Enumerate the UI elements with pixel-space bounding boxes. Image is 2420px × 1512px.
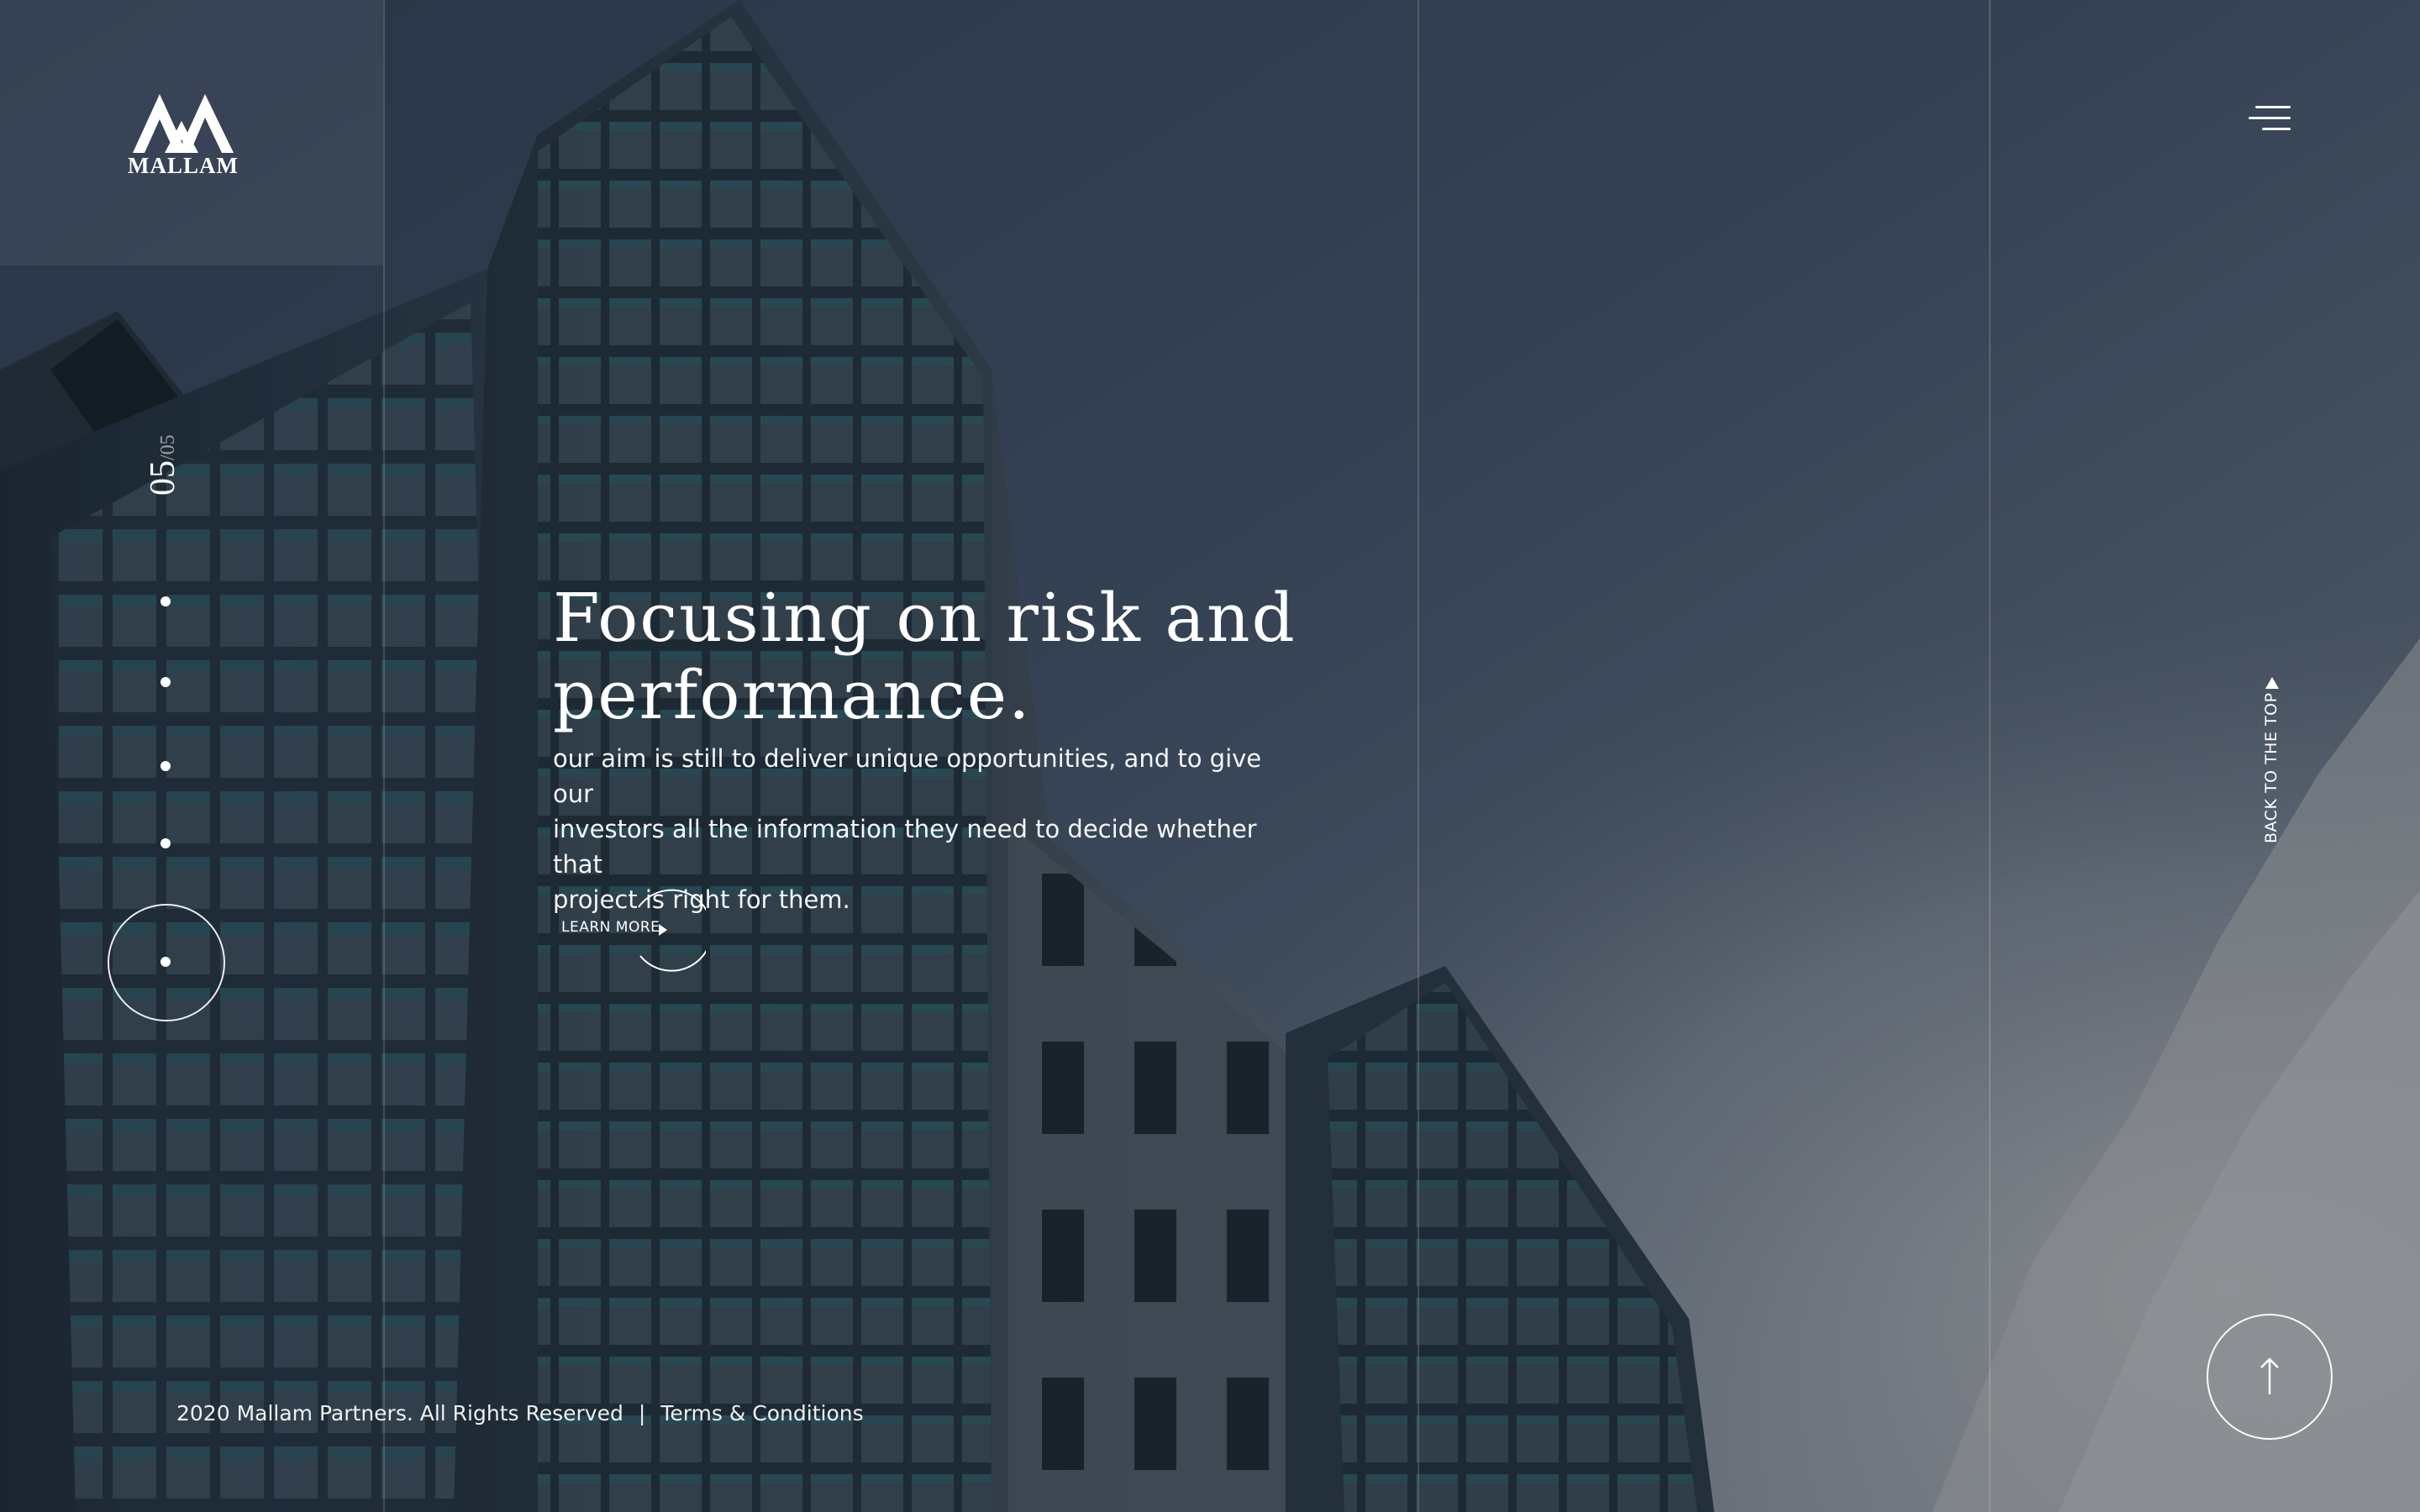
triangle-up-icon xyxy=(2265,677,2279,689)
menu-line xyxy=(2249,117,2291,119)
learn-more-button[interactable]: LEARN MORE xyxy=(561,889,706,973)
grid-line xyxy=(383,0,385,1512)
slide-dot-3[interactable] xyxy=(160,761,171,771)
back-to-top-label: BACK TO THE TOP xyxy=(2262,692,2281,843)
brand-name: MALLAM xyxy=(128,153,239,178)
logo-link[interactable]: MALLAM xyxy=(126,87,240,180)
footer-separator: | xyxy=(638,1401,646,1425)
menu-line xyxy=(2255,106,2291,108)
slide-current: 05 xyxy=(144,460,182,496)
slide-counter: 05/05 xyxy=(143,434,183,496)
hamburger-menu-icon[interactable] xyxy=(2249,102,2291,136)
footer: 2020 Mallam Partners. All Rights Reserve… xyxy=(176,1401,864,1425)
play-triangle-icon xyxy=(659,924,667,936)
slide-dot-2[interactable] xyxy=(160,677,171,687)
grid-line xyxy=(1989,0,1991,1512)
learn-more-label: LEARN MORE xyxy=(561,919,660,936)
back-to-top-link[interactable]: BACK TO THE TOP xyxy=(2260,677,2286,845)
hero-text-line-1: our aim is still to deliver unique oppor… xyxy=(553,744,1262,808)
hero-title: Focusing on risk and performance. xyxy=(553,580,1427,734)
slide-dot-5[interactable] xyxy=(160,957,171,967)
mallam-mountain-logo-icon xyxy=(133,94,234,153)
slide-total: /05 xyxy=(157,434,179,460)
grid-line xyxy=(1418,0,1419,1512)
scroll-to-top-button[interactable] xyxy=(2207,1314,2333,1440)
hero-title-line-1: Focusing on risk and xyxy=(553,579,1297,657)
hero-title-line-2: performance. xyxy=(553,656,1032,734)
terms-link[interactable]: Terms & Conditions xyxy=(660,1401,863,1425)
menu-line xyxy=(2262,128,2291,130)
slide-dot-1[interactable] xyxy=(160,596,171,606)
hero-text-line-2: investors all the information they need … xyxy=(553,815,1257,879)
copyright-text: 2020 Mallam Partners. All Rights Reserve… xyxy=(176,1401,623,1425)
arrow-up-icon xyxy=(2260,1357,2279,1394)
slide-dot-4[interactable] xyxy=(160,838,171,848)
